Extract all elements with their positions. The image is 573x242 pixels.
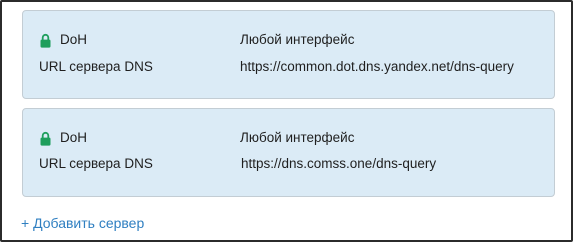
url-value: https://dns.comss.one/dns-query: [241, 156, 437, 171]
protocol-label: DoH: [60, 32, 88, 47]
protocol-cell: DoH: [39, 30, 87, 50]
url-value: https://common.dot.dns.yandex.net/dns-qu…: [240, 59, 514, 74]
server-url-row: URL сервера DNS https://dns.comss.one/dn…: [23, 154, 554, 174]
interface-value: Любой интерфейс: [240, 130, 355, 145]
url-label: URL сервера DNS: [39, 59, 153, 74]
server-url-row: URL сервера DNS https://common.dot.dns.y…: [23, 57, 554, 77]
dns-server-card[interactable]: DoH Любой интерфейс URL сервера DNS http…: [22, 108, 555, 197]
dns-server-card[interactable]: DoH Любой интерфейс URL сервера DNS http…: [22, 10, 555, 99]
protocol-cell: DoH: [39, 128, 87, 148]
lock-icon: [40, 131, 51, 146]
add-server-link[interactable]: + Добавить сервер: [21, 213, 144, 233]
url-label: URL сервера DNS: [39, 156, 153, 171]
dns-servers-panel: DoH Любой интерфейс URL сервера DNS http…: [0, 0, 573, 242]
server-header-row: DoH Любой интерфейс: [23, 30, 554, 50]
interface-value: Любой интерфейс: [240, 32, 355, 47]
protocol-label: DoH: [60, 130, 88, 145]
lock-icon: [40, 33, 51, 48]
server-header-row: DoH Любой интерфейс: [23, 128, 554, 148]
